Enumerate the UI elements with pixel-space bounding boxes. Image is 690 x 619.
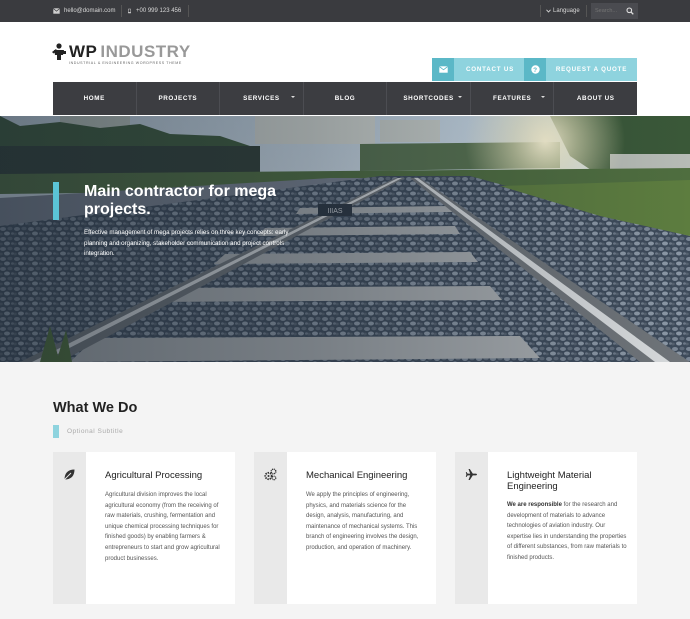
phone-link[interactable]: +00 999 123 456 bbox=[127, 0, 181, 22]
contact-icon-box[interactable] bbox=[432, 58, 454, 81]
card-text-rest: for the research and development of mate… bbox=[507, 502, 627, 561]
nav-label: PROJECTS bbox=[158, 95, 198, 102]
contact-us-button[interactable]: CONTACT US bbox=[454, 58, 526, 81]
language-label: Language bbox=[553, 8, 580, 14]
email-text: hello@domain.com bbox=[64, 8, 116, 14]
service-card[interactable]: Lightweight Material Engineering We are … bbox=[455, 452, 637, 604]
request-quote-button[interactable]: REQUEST A QUOTE bbox=[546, 58, 637, 81]
search-input[interactable] bbox=[591, 4, 623, 18]
divider bbox=[121, 5, 122, 17]
plane-icon bbox=[465, 469, 477, 480]
hero-description: Effective management of mega projects re… bbox=[84, 229, 289, 257]
nav-item-shortcodes[interactable]: SHORTCODES bbox=[387, 82, 471, 115]
logo[interactable]: WP INDUSTRY bbox=[52, 43, 191, 60]
email-link[interactable]: hello@domain.com bbox=[53, 0, 115, 22]
logo-tagline: INDUSTRIAL & ENGINEERING WORDPRESS THEME bbox=[69, 61, 182, 65]
gears-icon bbox=[264, 468, 277, 481]
nav-label: FEATURES bbox=[493, 95, 532, 102]
card-title: Lightweight Material Engineering bbox=[507, 470, 592, 492]
envelope-icon bbox=[438, 66, 448, 73]
quote-icon-box[interactable]: ? bbox=[524, 58, 546, 81]
worker-icon bbox=[52, 43, 66, 60]
section-subtitle: Optional Subtitle bbox=[67, 428, 124, 435]
nav-label: BLOG bbox=[334, 95, 356, 102]
nav-item-services[interactable]: SERVICES bbox=[220, 82, 304, 115]
chevron-down-icon bbox=[546, 9, 551, 13]
nav-label: SHORTCODES bbox=[403, 95, 454, 102]
svg-text:?: ? bbox=[533, 67, 538, 74]
search-box bbox=[591, 3, 638, 19]
card-title: Agricultural Processing bbox=[105, 470, 203, 481]
card-text-bold: We are responsible bbox=[507, 502, 562, 508]
phone-icon bbox=[128, 8, 131, 14]
nav-label: SERVICES bbox=[243, 95, 280, 102]
divider bbox=[540, 5, 541, 17]
hero-accent-bar bbox=[53, 182, 59, 220]
subtitle-accent-bar bbox=[53, 425, 59, 438]
card-title: Mechanical Engineering bbox=[306, 470, 408, 481]
card-text: Agricultural division improves the local… bbox=[105, 492, 220, 562]
phone-text: +00 999 123 456 bbox=[136, 8, 182, 14]
divider bbox=[188, 5, 189, 17]
hero-title: Main contractor for mega projects. bbox=[84, 183, 277, 218]
caret-down-icon bbox=[290, 96, 295, 98]
main-nav: HOME PROJECTS SERVICES BLOG SHORTCODES F… bbox=[53, 82, 637, 115]
nav-item-blog[interactable]: BLOG bbox=[304, 82, 388, 115]
caret-down-icon bbox=[457, 96, 462, 98]
top-bar: hello@domain.com +00 999 123 456 Languag… bbox=[0, 0, 690, 22]
nav-item-projects[interactable]: PROJECTS bbox=[137, 82, 221, 115]
hero-banner: IIIAS Main contractor for mega projects.… bbox=[0, 116, 690, 362]
leaf-icon bbox=[64, 469, 75, 480]
logo-wp: WP bbox=[69, 42, 98, 61]
search-icon[interactable] bbox=[626, 7, 634, 15]
section-title: What We Do bbox=[53, 400, 138, 416]
card-text: We are responsible for the research and … bbox=[507, 500, 627, 564]
help-icon: ? bbox=[530, 65, 540, 74]
nav-item-home[interactable]: HOME bbox=[53, 82, 137, 115]
caret-down-icon bbox=[541, 96, 546, 98]
nav-item-about-us[interactable]: ABOUT US bbox=[554, 82, 637, 115]
service-card[interactable]: Agricultural Processing Agricultural div… bbox=[53, 452, 235, 604]
language-selector[interactable]: Language bbox=[546, 0, 580, 22]
nav-label: HOME bbox=[83, 95, 105, 102]
logo-industry: INDUSTRY bbox=[100, 42, 191, 61]
nav-item-features[interactable]: FEATURES bbox=[471, 82, 555, 115]
envelope-icon bbox=[53, 8, 60, 14]
nav-label: ABOUT US bbox=[576, 95, 615, 102]
service-card[interactable]: Mechanical Engineering We apply the prin… bbox=[254, 452, 436, 604]
card-text: We apply the principles of engineering, … bbox=[306, 492, 419, 551]
divider bbox=[586, 5, 587, 17]
